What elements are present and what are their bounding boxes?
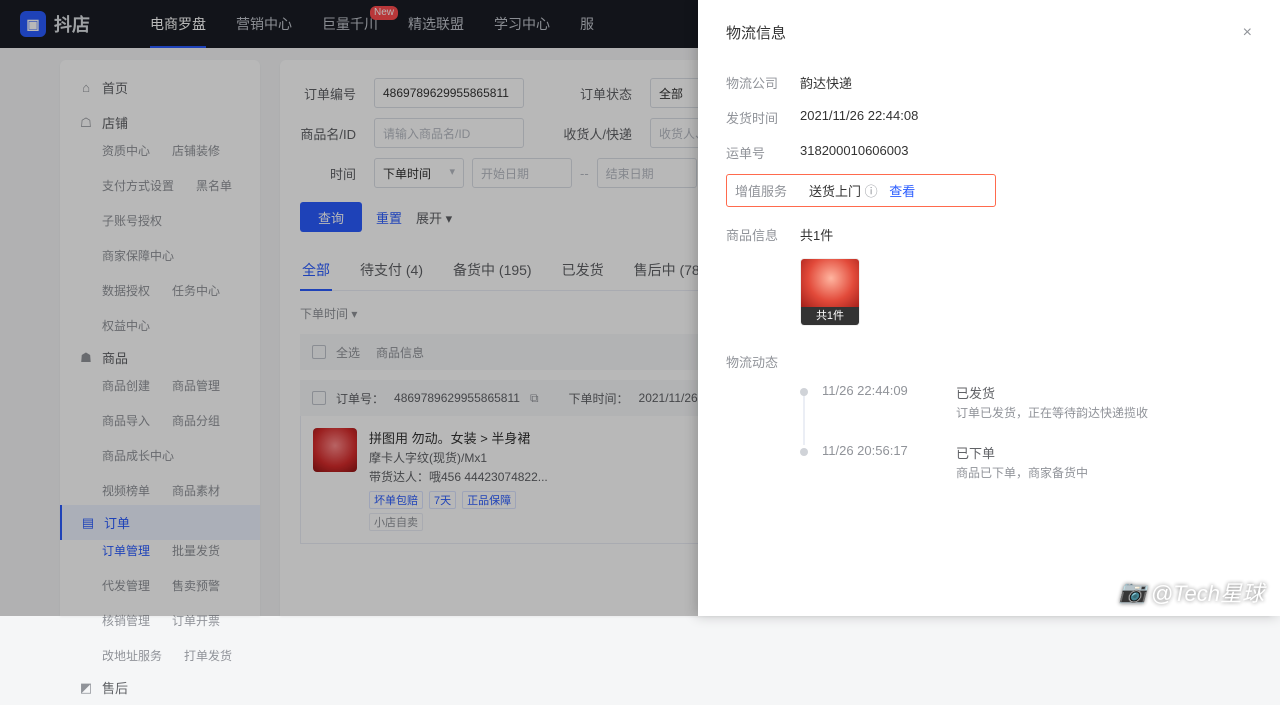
sidebar-aftersale[interactable]: ◩ 售后 bbox=[60, 670, 260, 705]
sidebar-aftersale-label: 售后 bbox=[102, 678, 128, 697]
kv-waybill-k: 运单号 bbox=[726, 143, 800, 162]
watermark: 📷 @Tech星球 bbox=[1119, 576, 1264, 608]
timeline-item: 11/26 20:56:17 已下单 商品已下单，商家备货中 bbox=[800, 443, 1252, 503]
goods-thumb-image bbox=[801, 259, 860, 307]
kv-shiptime-k: 发货时间 bbox=[726, 108, 800, 127]
sub-print-ship[interactable]: 打单发货 bbox=[184, 647, 232, 664]
kv-vas-highlight: 增值服务 送货上门 ⓘ 查看 bbox=[726, 174, 996, 207]
vas-view-link[interactable]: 查看 bbox=[889, 184, 915, 199]
watermark-text: @Tech星球 bbox=[1151, 576, 1264, 608]
goods-thumb-badge: 共1件 bbox=[801, 307, 859, 325]
drawer-title: 物流信息 bbox=[726, 22, 786, 43]
timeline-dot-icon bbox=[800, 388, 808, 396]
kv-company-k: 物流公司 bbox=[726, 73, 800, 92]
logistics-drawer: 物流信息 × 物流公司韵达快递 发货时间2021/11/26 22:44:08 … bbox=[698, 0, 1280, 616]
kv-goods-v: 共1件 bbox=[800, 225, 833, 244]
kv-log-k: 物流动态 bbox=[726, 352, 800, 371]
timeline-dot-icon bbox=[800, 448, 808, 456]
close-icon[interactable]: × bbox=[1243, 24, 1252, 42]
kv-vas-k: 增值服务 bbox=[735, 181, 809, 200]
kv-goods-k: 商品信息 bbox=[726, 225, 800, 244]
sub-addr[interactable]: 改地址服务 bbox=[102, 647, 162, 664]
info-icon[interactable]: ⓘ bbox=[865, 184, 878, 199]
kv-company-v: 韵达快递 bbox=[800, 73, 852, 92]
timeline: 11/26 22:44:09 已发货 订单已发货，正在等待韵达快递揽收 11/2… bbox=[800, 383, 1252, 503]
kv-vas-v: 送货上门 ⓘ 查看 bbox=[809, 181, 915, 200]
tl-time-1: 11/26 20:56:17 bbox=[822, 443, 942, 481]
kv-vas-text: 送货上门 bbox=[809, 184, 861, 199]
goods-thumb[interactable]: 共1件 bbox=[800, 258, 860, 326]
tl-title-0: 已发货 bbox=[956, 383, 1148, 402]
tl-time-0: 11/26 22:44:09 bbox=[822, 383, 942, 421]
after-icon: ◩ bbox=[78, 680, 94, 696]
timeline-item: 11/26 22:44:09 已发货 订单已发货，正在等待韵达快递揽收 bbox=[800, 383, 1252, 443]
kv-waybill-v: 318200010606003 bbox=[800, 143, 908, 158]
tl-desc-0: 订单已发货，正在等待韵达快递揽收 bbox=[956, 404, 1148, 421]
tl-title-1: 已下单 bbox=[956, 443, 1088, 462]
kv-shiptime-v: 2021/11/26 22:44:08 bbox=[800, 108, 918, 123]
tl-desc-1: 商品已下单，商家备货中 bbox=[956, 464, 1088, 481]
